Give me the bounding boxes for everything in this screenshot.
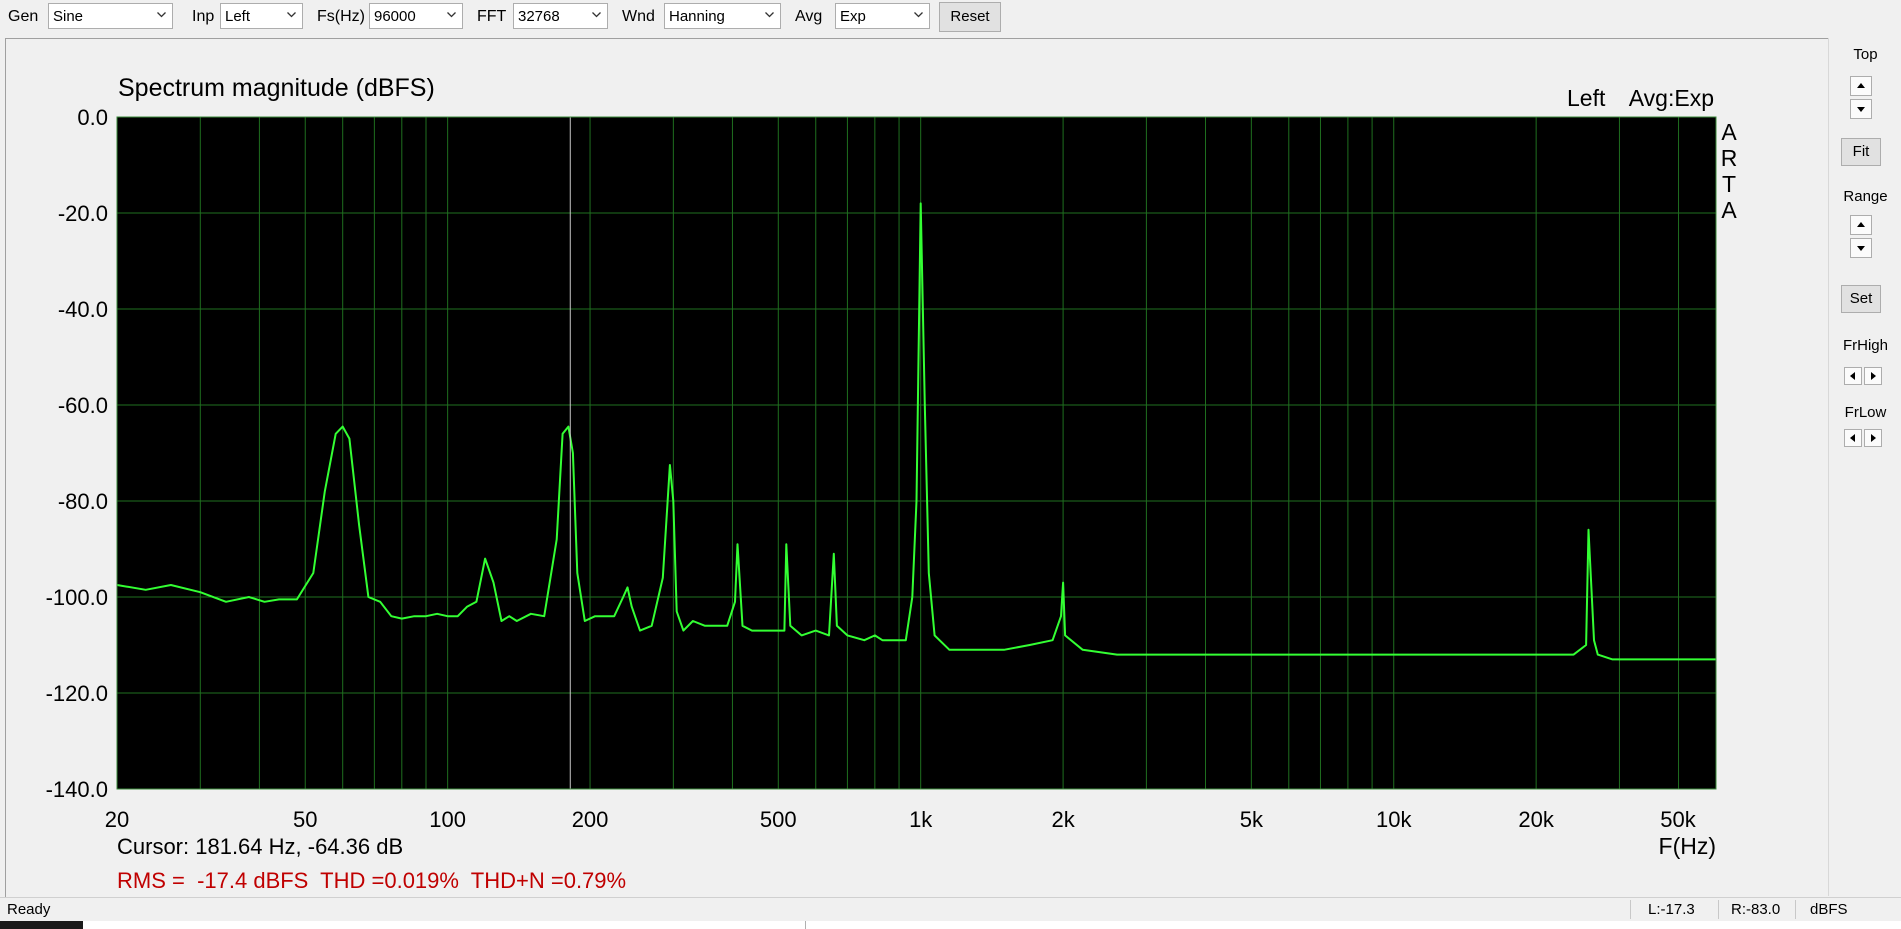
status-right-level: R:-83.0 [1731,901,1781,918]
fs-label: Fs(Hz) [317,8,365,25]
arrow-right-icon [1871,434,1876,442]
y-tick-label: -20.0 [58,201,108,226]
frhigh-left-button[interactable] [1844,367,1862,385]
frlow-label: FrLow [1844,404,1887,421]
status-bar: Ready L:-17.3 R:-83.0 dBFS [0,897,1901,921]
chevron-down-icon [157,12,166,18]
plot-title: Spectrum magnitude (dBFS) [118,74,435,102]
taskbar-divider [805,921,806,929]
y-tick-labels: 0.0 -20.0 -40.0 -60.0 -80.0 -100.0 -120.0 -140.… [46,105,108,802]
top-label: Top [1853,46,1878,63]
status-divider [1630,900,1631,919]
y-tick-label: 0.0 [77,105,108,130]
toolbar: Gen Sine Inp Left Fs(Hz) 96000 FFT 32768… [0,0,1901,36]
x-tick-labels: 20 50 100 200 500 1k 2k 5k 10k 20k 50k [105,807,1697,832]
x-tick-label: 20 [105,807,129,832]
range-down-button[interactable] [1850,238,1872,258]
fft-size-select[interactable]: 32768 [513,3,608,29]
x-tick-label: 10k [1376,807,1412,832]
window-select[interactable]: Hanning [664,3,781,29]
status-divider [1718,900,1719,919]
arrow-down-icon [1857,107,1865,112]
x-tick-label: 2k [1051,807,1075,832]
x-tick-label: 1k [909,807,933,832]
frhigh-right-button[interactable] [1864,367,1882,385]
top-down-button[interactable] [1850,99,1872,119]
sample-rate-value: 96000 [374,8,416,25]
x-tick-label: 100 [429,807,466,832]
brand-letter: R [1721,145,1738,171]
generator-select[interactable]: Sine [48,3,173,29]
chevron-down-icon [447,12,456,18]
x-tick-label: 50 [293,807,317,832]
fft-label: FFT [477,8,507,25]
range-up-button[interactable] [1850,215,1872,235]
y-tick-label: -40.0 [58,297,108,322]
chevron-down-icon [765,12,774,18]
arrow-down-icon [1857,246,1865,251]
gen-label: Gen [8,8,39,25]
arta-brand: ARTA [1721,119,1738,223]
y-tick-label: -100.0 [46,585,108,610]
chevron-down-icon [592,12,601,18]
brand-letter: T [1722,171,1736,197]
averaging-mode-label: Avg:Exp [1629,85,1714,111]
top-up-button[interactable] [1850,76,1872,96]
x-tick-label: 500 [760,807,797,832]
arrow-up-icon [1857,222,1865,227]
x-tick-label: 200 [572,807,609,832]
y-tick-label: -120.0 [46,681,108,706]
arrow-left-icon [1850,372,1855,380]
y-tick-label: -60.0 [58,393,108,418]
inp-label: Inp [192,8,215,25]
avg-label: Avg [795,8,823,25]
x-tick-label: 20k [1518,807,1554,832]
generator-value: Sine [53,8,84,25]
taskbar-dark-segment [0,921,83,929]
window-value: Hanning [669,8,725,25]
frhigh-label: FrHigh [1842,337,1888,354]
arrow-up-icon [1857,83,1865,88]
x-tick-label: 5k [1240,807,1264,832]
averaging-value: Exp [840,8,866,25]
x-axis-label: F(Hz) [1659,833,1716,859]
chevron-down-icon [287,12,296,18]
y-tick-label: -80.0 [58,489,108,514]
channel-label: Left [1567,85,1606,111]
frlow-right-button[interactable] [1864,429,1882,447]
arrow-left-icon [1850,434,1855,442]
y-tick-label: -140.0 [46,777,108,802]
range-label: Range [1843,188,1888,205]
fit-button[interactable]: Fit [1841,138,1881,166]
input-value: Left [225,8,251,25]
measurement-stats: RMS = -17.4 dBFS THD =0.019% THD+N =0.79… [117,868,626,893]
status-left-level: L:-17.3 [1648,901,1695,918]
arrow-right-icon [1871,372,1876,380]
brand-letter: A [1721,197,1737,223]
status-divider [1795,900,1796,919]
cursor-readout: Cursor: 181.64 Hz, -64.36 dB [117,834,403,859]
fft-size-value: 32768 [518,8,560,25]
taskbar-edge [0,921,1901,929]
brand-letter: A [1721,119,1737,145]
frlow-left-button[interactable] [1844,429,1862,447]
chevron-down-icon [914,12,923,18]
status-ready: Ready [7,901,51,918]
input-select[interactable]: Left [220,3,303,29]
sample-rate-select[interactable]: 96000 [369,3,463,29]
reset-button[interactable]: Reset [939,2,1001,32]
set-button[interactable]: Set [1841,285,1881,313]
x-tick-label: 50k [1660,807,1696,832]
side-control-panel: Top Fit Range Set FrHigh FrLow [1828,38,1901,896]
wnd-label: Wnd [622,8,655,25]
status-units: dBFS [1810,901,1848,918]
averaging-select[interactable]: Exp [835,3,930,29]
spectrum-plot[interactable]: Spectrum magnitude (dBFS) Left Avg:Exp A… [0,38,1826,896]
